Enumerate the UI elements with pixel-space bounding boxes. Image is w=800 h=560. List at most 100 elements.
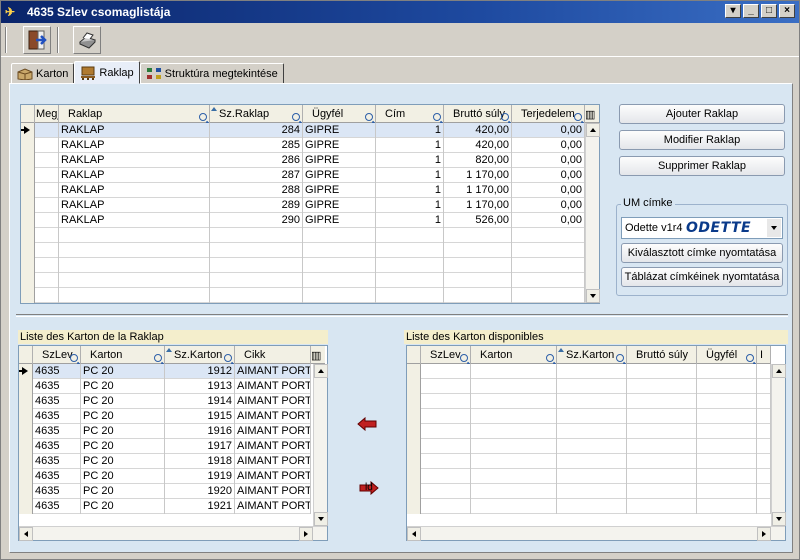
print-table-labels-button[interactable]: Táblázat címkéinek nyomtatása [621, 267, 783, 287]
title-bar[interactable]: ✈ 4635 Szlev csomaglistája ▾ _ □ × [1, 1, 799, 23]
scroll-down-button[interactable] [772, 512, 786, 526]
add-karton-button[interactable]: ld [353, 478, 381, 498]
search-icon[interactable] [546, 354, 554, 362]
row-indicator[interactable] [21, 138, 35, 153]
exit-button[interactable] [23, 26, 51, 54]
scroll-left-button[interactable] [19, 527, 33, 541]
list-item[interactable] [407, 364, 771, 379]
search-icon[interactable] [365, 113, 373, 121]
row-indicator[interactable] [407, 364, 421, 379]
row-indicator[interactable] [407, 409, 421, 424]
scroll-left-button[interactable] [407, 527, 421, 541]
left-grid-hscroll[interactable] [19, 526, 327, 541]
scroll-up-button[interactable] [772, 364, 786, 378]
col-karton[interactable]: Karton [471, 346, 557, 364]
row-indicator[interactable] [21, 213, 35, 228]
row-indicator[interactable] [19, 424, 33, 439]
col-terjedelem[interactable]: Terjedelem [512, 105, 585, 123]
row-indicator[interactable] [21, 288, 35, 303]
col-megj[interactable]: Megj [35, 105, 59, 123]
col-cikk[interactable]: Cikk [235, 346, 311, 364]
raklap-grid-vscroll[interactable] [585, 123, 600, 303]
tab-struktura[interactable]: Struktúra megtekintése [139, 63, 284, 84]
minimize-button[interactable]: _ [743, 4, 759, 18]
row-indicator[interactable] [407, 439, 421, 454]
row-indicator[interactable] [19, 364, 33, 379]
row-indicator[interactable] [19, 379, 33, 394]
dropdown-button[interactable] [767, 219, 781, 237]
list-item[interactable] [407, 499, 771, 514]
left-grid-vscroll[interactable] [313, 364, 328, 526]
table-row[interactable]: RAKLAP 289 GIPRE 1 1 170,00 0,00 [21, 198, 585, 213]
col-brutto-suly[interactable]: Bruttó súly [627, 346, 697, 364]
print-selected-label-button[interactable]: Kiválasztott címke nyomtatása [621, 243, 783, 263]
col-brutto-suly[interactable]: Bruttó súly [444, 105, 512, 123]
list-item[interactable]: 4635 PC 20 1919 AIMANT PORT [19, 469, 311, 484]
search-icon[interactable] [154, 354, 162, 362]
search-icon[interactable] [199, 113, 207, 121]
column-chooser-icon[interactable]: ▥ [585, 105, 599, 123]
list-item[interactable] [407, 394, 771, 409]
scroll-right-button[interactable] [757, 527, 771, 541]
row-indicator[interactable] [19, 469, 33, 484]
row-indicator[interactable] [19, 484, 33, 499]
list-item[interactable] [407, 379, 771, 394]
search-icon[interactable] [292, 113, 300, 121]
list-item[interactable] [407, 454, 771, 469]
col-karton[interactable]: Karton [81, 346, 165, 364]
row-indicator[interactable] [21, 243, 35, 258]
list-item[interactable] [407, 469, 771, 484]
table-row[interactable] [21, 258, 585, 273]
row-indicator[interactable] [19, 394, 33, 409]
search-icon[interactable] [616, 354, 624, 362]
search-icon[interactable] [224, 354, 232, 362]
row-indicator[interactable] [19, 499, 33, 514]
row-indicator[interactable] [407, 379, 421, 394]
list-item[interactable] [407, 484, 771, 499]
col-szlev[interactable]: SzLev [421, 346, 471, 364]
row-indicator[interactable] [21, 273, 35, 288]
scroll-down-button[interactable] [586, 289, 600, 303]
maximize-button[interactable]: □ [761, 4, 777, 18]
label-format-select[interactable]: Odette v1r4 ODETTE [621, 217, 783, 239]
row-indicator[interactable] [21, 228, 35, 243]
tab-raklap[interactable]: Raklap [74, 61, 140, 84]
row-indicator[interactable] [19, 439, 33, 454]
table-row[interactable] [21, 288, 585, 303]
table-row[interactable] [21, 228, 585, 243]
col-szlev[interactable]: SzLev [33, 346, 81, 364]
col-ugyfel[interactable]: Ügyfél [303, 105, 376, 123]
scroll-up-button[interactable] [314, 364, 328, 378]
list-item[interactable] [407, 409, 771, 424]
col-raklap[interactable]: Raklap [59, 105, 210, 123]
table-row[interactable] [21, 273, 585, 288]
list-item[interactable]: 4635 PC 20 1916 AIMANT PORT [19, 424, 311, 439]
row-indicator[interactable] [21, 168, 35, 183]
close-button[interactable]: × [779, 4, 795, 18]
list-item[interactable] [407, 424, 771, 439]
row-indicator[interactable] [21, 183, 35, 198]
right-grid-vscroll[interactable] [771, 364, 786, 526]
list-item[interactable]: 4635 PC 20 1912 AIMANT PORT [19, 364, 311, 379]
search-icon[interactable] [70, 354, 78, 362]
print-button[interactable] [73, 26, 101, 54]
row-indicator[interactable] [21, 123, 35, 138]
table-row[interactable]: RAKLAP 288 GIPRE 1 1 170,00 0,00 [21, 183, 585, 198]
row-indicator[interactable] [407, 469, 421, 484]
row-indicator[interactable] [407, 394, 421, 409]
row-indicator[interactable] [407, 499, 421, 514]
table-row[interactable]: RAKLAP 287 GIPRE 1 1 170,00 0,00 [21, 168, 585, 183]
list-item[interactable]: 4635 PC 20 1920 AIMANT PORT [19, 484, 311, 499]
column-chooser-icon[interactable]: ▥ [311, 346, 325, 364]
scroll-down-button[interactable] [314, 512, 328, 526]
col-sz-raklap[interactable]: Sz.Raklap [210, 105, 303, 123]
modify-raklap-button[interactable]: Modifier Raklap [619, 130, 785, 150]
menu-button[interactable]: ▾ [725, 4, 741, 18]
col-cim[interactable]: Cím [376, 105, 444, 123]
list-item[interactable]: 4635 PC 20 1914 AIMANT PORT [19, 394, 311, 409]
search-icon[interactable] [460, 354, 468, 362]
search-icon[interactable] [746, 354, 754, 362]
list-item[interactable]: 4635 PC 20 1918 AIMANT PORT [19, 454, 311, 469]
search-icon[interactable] [574, 113, 582, 121]
table-row[interactable]: RAKLAP 285 GIPRE 1 420,00 0,00 [21, 138, 585, 153]
